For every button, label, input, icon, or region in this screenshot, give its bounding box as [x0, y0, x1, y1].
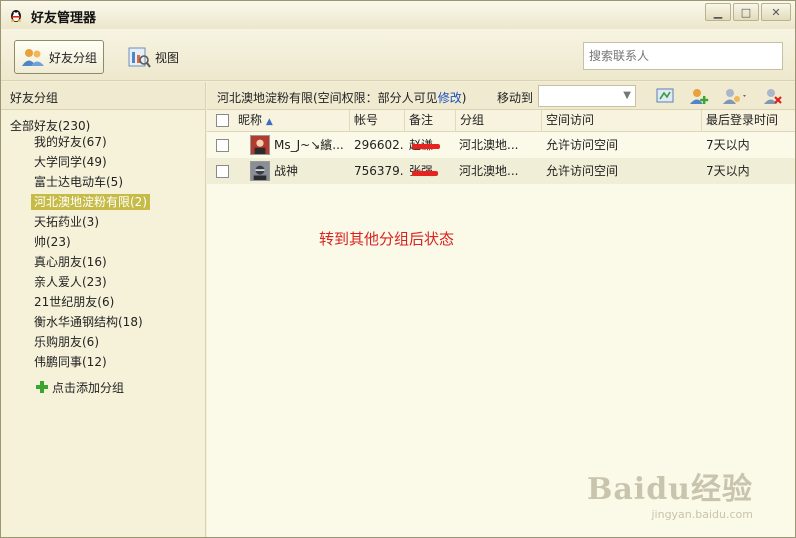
sidebar-group-item[interactable]: 乐购朋友(6): [1, 332, 205, 352]
sidebar-group-label: 乐购朋友(6): [34, 335, 99, 349]
chevron-down-icon: ▼: [623, 90, 631, 101]
avatar: [250, 161, 270, 181]
friend-manager-window: 好友管理器 ▁ □ ✕ 好友分组 视图 搜索联系人 好友分组 全部好友(230)…: [0, 0, 796, 538]
sidebar-group-item[interactable]: 富士达电动车(5): [1, 172, 205, 192]
sort-ascending-icon: ▲: [265, 117, 273, 127]
sidebar-group-label: 亲人爱人(23): [34, 275, 107, 289]
friend-group-label: 好友分组: [49, 50, 98, 65]
sidebar-group-item[interactable]: 亲人爱人(23): [1, 272, 205, 292]
add-group-label: 点击添加分组: [52, 380, 125, 395]
column-header-last-login[interactable]: 最后登录时间: [701, 110, 778, 132]
avatar: [250, 135, 270, 155]
sidebar-group-label: 衡水华通钢结构(18): [34, 315, 143, 329]
table-header: 昵称 ▲ 帐号 备注 分组 空间访问 最后登录时间: [207, 110, 795, 132]
view-button[interactable]: 视图: [121, 40, 185, 74]
column-header-space-access[interactable]: 空间访问: [541, 110, 594, 132]
sidebar-group-item[interactable]: 伟鹏同事(12): [1, 352, 205, 372]
move-to-label: 移动到: [497, 91, 534, 105]
group-list: 我的好友(67) 大学同学(49) 富士达电动车(5) 河北澳地淀粉有限(2) 天拓药业…: [1, 132, 205, 372]
column-label: 昵称: [238, 113, 263, 127]
group-title: 河北澳地淀粉有限(空间权限：部分人可见: [217, 91, 438, 105]
sidebar-group-item[interactable]: 帅(23): [1, 232, 205, 252]
modify-permission-link[interactable]: 修改: [438, 91, 462, 105]
redaction-mark: [412, 144, 440, 149]
cell-space-access: 允许访问空间: [546, 164, 619, 178]
plus-icon: [36, 381, 48, 393]
sidebar-group-label: 大学同学(49): [34, 155, 107, 169]
sidebar-group-label: 21世纪朋友(6): [34, 295, 115, 309]
friend-group-button[interactable]: 好友分组: [14, 40, 105, 74]
friend-list-panel: 河北澳地淀粉有限(空间权限：部分人可见修改) 移动到 ▼ 昵称 ▲ 帐号 备注 …: [207, 82, 795, 537]
cell-last-login: 7天以内: [706, 138, 750, 152]
sidebar-group-item[interactable]: 真心朋友(16): [1, 252, 205, 272]
row-checkbox[interactable]: [216, 165, 229, 178]
column-header-nickname[interactable]: 昵称 ▲: [234, 110, 273, 132]
toolbar: 好友分组 视图: [1, 29, 795, 81]
table-row[interactable]: Ms_J~↘繽... 296602... 赵谦 河北澳地... 允许访问空间 7…: [207, 132, 795, 158]
column-header-account[interactable]: 帐号: [349, 110, 378, 132]
sidebar-header: 好友分组: [1, 82, 205, 110]
sidebar-group-label: 我的好友(67): [34, 135, 107, 149]
sidebar-group-item[interactable]: 天拓药业(3): [1, 212, 205, 232]
close-button[interactable]: ✕: [761, 3, 791, 21]
watermark-url: jingyan.baidu.com: [651, 508, 753, 521]
cell-nickname: Ms_J~↘繽...: [274, 138, 344, 152]
redaction-mark: [412, 171, 438, 176]
annotation-text: 转到其他分组后状态: [319, 230, 455, 248]
friend-options-icon[interactable]: [722, 87, 750, 105]
sidebar-group-label: 伟鹏同事(12): [34, 355, 107, 369]
group-permission-text: 河北澳地淀粉有限(空间权限：部分人可见修改): [217, 89, 466, 106]
move-to-select[interactable]: ▼: [538, 85, 636, 107]
qq-penguin-icon: [11, 10, 21, 22]
sidebar-group-item[interactable]: 21世纪朋友(6): [1, 292, 205, 312]
sidebar-group-item[interactable]: 我的好友(67): [1, 132, 205, 152]
delete-friend-icon[interactable]: [763, 87, 783, 105]
close-paren: ): [461, 91, 467, 105]
column-header-note[interactable]: 备注: [404, 110, 433, 132]
sidebar-group-label: 河北澳地淀粉有限(2): [31, 194, 150, 210]
select-all-checkbox[interactable]: [216, 114, 229, 127]
send-message-icon[interactable]: [655, 87, 675, 105]
window-controls: ▁ □ ✕: [705, 3, 791, 21]
sidebar-group-label: 富士达电动车(5): [34, 175, 123, 189]
sidebar-group-label: 天拓药业(3): [34, 215, 99, 229]
sidebar-group-label: 真心朋友(16): [34, 255, 107, 269]
sidebar-group-label: 帅(23): [34, 235, 71, 249]
friends-icon: [22, 49, 44, 66]
cell-account: 756379...: [354, 164, 404, 178]
view-label: 视图: [155, 50, 180, 65]
cell-last-login: 7天以内: [706, 164, 750, 178]
cell-space-access: 允许访问空间: [546, 138, 619, 152]
table-row[interactable]: 战神 756379... 张强 河北澳地... 允许访问空间 7天以内: [207, 158, 795, 184]
column-header-group[interactable]: 分组: [455, 110, 484, 132]
cell-group: 河北澳地...: [459, 164, 519, 178]
minimize-button[interactable]: ▁: [705, 3, 731, 21]
group-all-friends[interactable]: 全部好友(230): [1, 110, 205, 133]
add-friend-icon[interactable]: [689, 87, 709, 105]
cell-account: 296602...: [354, 138, 404, 152]
sidebar-group-item[interactable]: 河北澳地淀粉有限(2): [1, 192, 205, 212]
window-title: 好友管理器: [31, 11, 97, 26]
watermark-brand: Baidu经验: [587, 472, 753, 507]
group-sidebar: 好友分组 全部好友(230) 我的好友(67) 大学同学(49) 富士达电动车(5)…: [1, 82, 206, 537]
view-icon: [128, 47, 151, 68]
sidebar-group-item[interactable]: 大学同学(49): [1, 152, 205, 172]
add-group-button[interactable]: 点击添加分组: [1, 374, 205, 400]
title-bar: 好友管理器 ▁ □ ✕: [1, 1, 795, 29]
cell-group: 河北澳地...: [459, 138, 519, 152]
maximize-button[interactable]: □: [733, 3, 759, 21]
row-checkbox[interactable]: [216, 139, 229, 152]
watermark: Baidu经验 jingyan.baidu.com: [587, 464, 753, 521]
group-action-bar: 河北澳地淀粉有限(空间权限：部分人可见修改) 移动到 ▼: [207, 82, 795, 110]
sidebar-group-item[interactable]: 衡水华通钢结构(18): [1, 312, 205, 332]
search-input[interactable]: [583, 42, 783, 70]
cell-nickname: 战神: [274, 164, 299, 178]
